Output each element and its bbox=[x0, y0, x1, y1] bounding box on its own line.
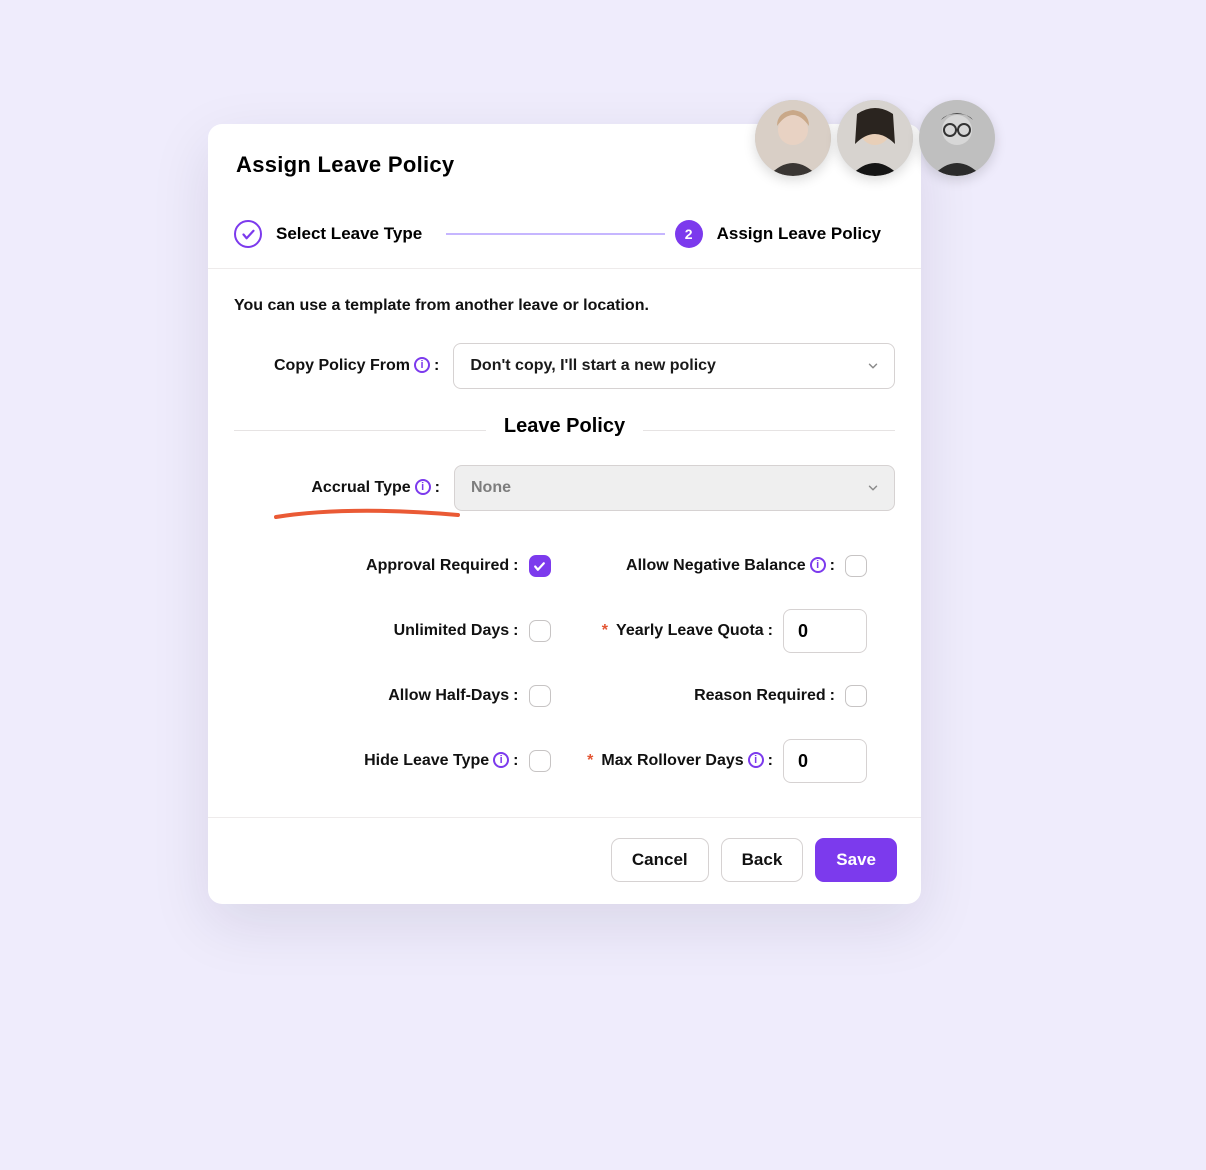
save-button[interactable]: Save bbox=[815, 838, 897, 882]
dialog-footer: Cancel Back Save bbox=[208, 817, 921, 904]
info-icon[interactable]: i bbox=[414, 357, 430, 373]
check-icon bbox=[533, 560, 546, 573]
hide-leave-type-checkbox[interactable] bbox=[529, 750, 551, 772]
intro-text: You can use a template from another leav… bbox=[234, 297, 895, 315]
chevron-down-icon bbox=[866, 481, 880, 495]
highlight-underline bbox=[272, 505, 462, 525]
avatar bbox=[919, 100, 995, 176]
avatar bbox=[755, 100, 831, 176]
max-rollover-input[interactable] bbox=[783, 739, 867, 783]
stepper: Select Leave Type 2 Assign Leave Policy bbox=[208, 198, 921, 269]
accrual-type-select[interactable]: None bbox=[454, 465, 895, 511]
hide-leave-type-label: Hide Leave Type i : bbox=[364, 752, 518, 770]
info-icon[interactable]: i bbox=[748, 752, 764, 768]
leave-policy-section-header: Leave Policy bbox=[234, 415, 895, 445]
avatar bbox=[837, 100, 913, 176]
unlimited-days-label: Unlimited Days: bbox=[394, 622, 519, 640]
cancel-button[interactable]: Cancel bbox=[611, 838, 709, 882]
yearly-quota-label: * Yearly Leave Quota: bbox=[602, 622, 773, 640]
info-icon[interactable]: i bbox=[493, 752, 509, 768]
step-2-number: 2 bbox=[685, 226, 693, 242]
approval-required-label: Approval Required: bbox=[366, 557, 518, 575]
assign-leave-policy-dialog: Assign Leave Policy Select Leave Type 2 … bbox=[208, 124, 921, 904]
allow-negative-balance-label: Allow Negative Balance i : bbox=[626, 557, 835, 575]
reason-required-checkbox[interactable] bbox=[845, 685, 867, 707]
info-icon[interactable]: i bbox=[810, 557, 826, 573]
copy-policy-value: Don't copy, I'll start a new policy bbox=[470, 357, 716, 375]
allow-half-days-label: Allow Half-Days: bbox=[388, 687, 518, 705]
stepper-connector bbox=[446, 233, 664, 235]
back-button[interactable]: Back bbox=[721, 838, 804, 882]
yearly-quota-input[interactable] bbox=[783, 609, 867, 653]
accrual-type-value: None bbox=[471, 479, 511, 497]
info-icon[interactable]: i bbox=[415, 479, 431, 495]
copy-policy-label: Copy Policy From i : bbox=[274, 357, 439, 375]
step-2-badge[interactable]: 2 bbox=[675, 220, 703, 248]
reason-required-label: Reason Required: bbox=[694, 687, 835, 705]
allow-half-days-checkbox[interactable] bbox=[529, 685, 551, 707]
step-1-badge[interactable] bbox=[234, 220, 262, 248]
step-2-label: Assign Leave Policy bbox=[717, 224, 881, 244]
approval-required-checkbox[interactable] bbox=[529, 555, 551, 577]
user-avatar-group bbox=[755, 100, 995, 176]
check-icon bbox=[241, 227, 256, 242]
step-1-label: Select Leave Type bbox=[276, 224, 422, 244]
copy-policy-select[interactable]: Don't copy, I'll start a new policy bbox=[453, 343, 895, 389]
allow-negative-balance-checkbox[interactable] bbox=[845, 555, 867, 577]
chevron-down-icon bbox=[866, 359, 880, 373]
accrual-type-label: Accrual Type i : bbox=[234, 479, 440, 497]
max-rollover-label: * Max Rollover Days i : bbox=[587, 752, 773, 770]
unlimited-days-checkbox[interactable] bbox=[529, 620, 551, 642]
